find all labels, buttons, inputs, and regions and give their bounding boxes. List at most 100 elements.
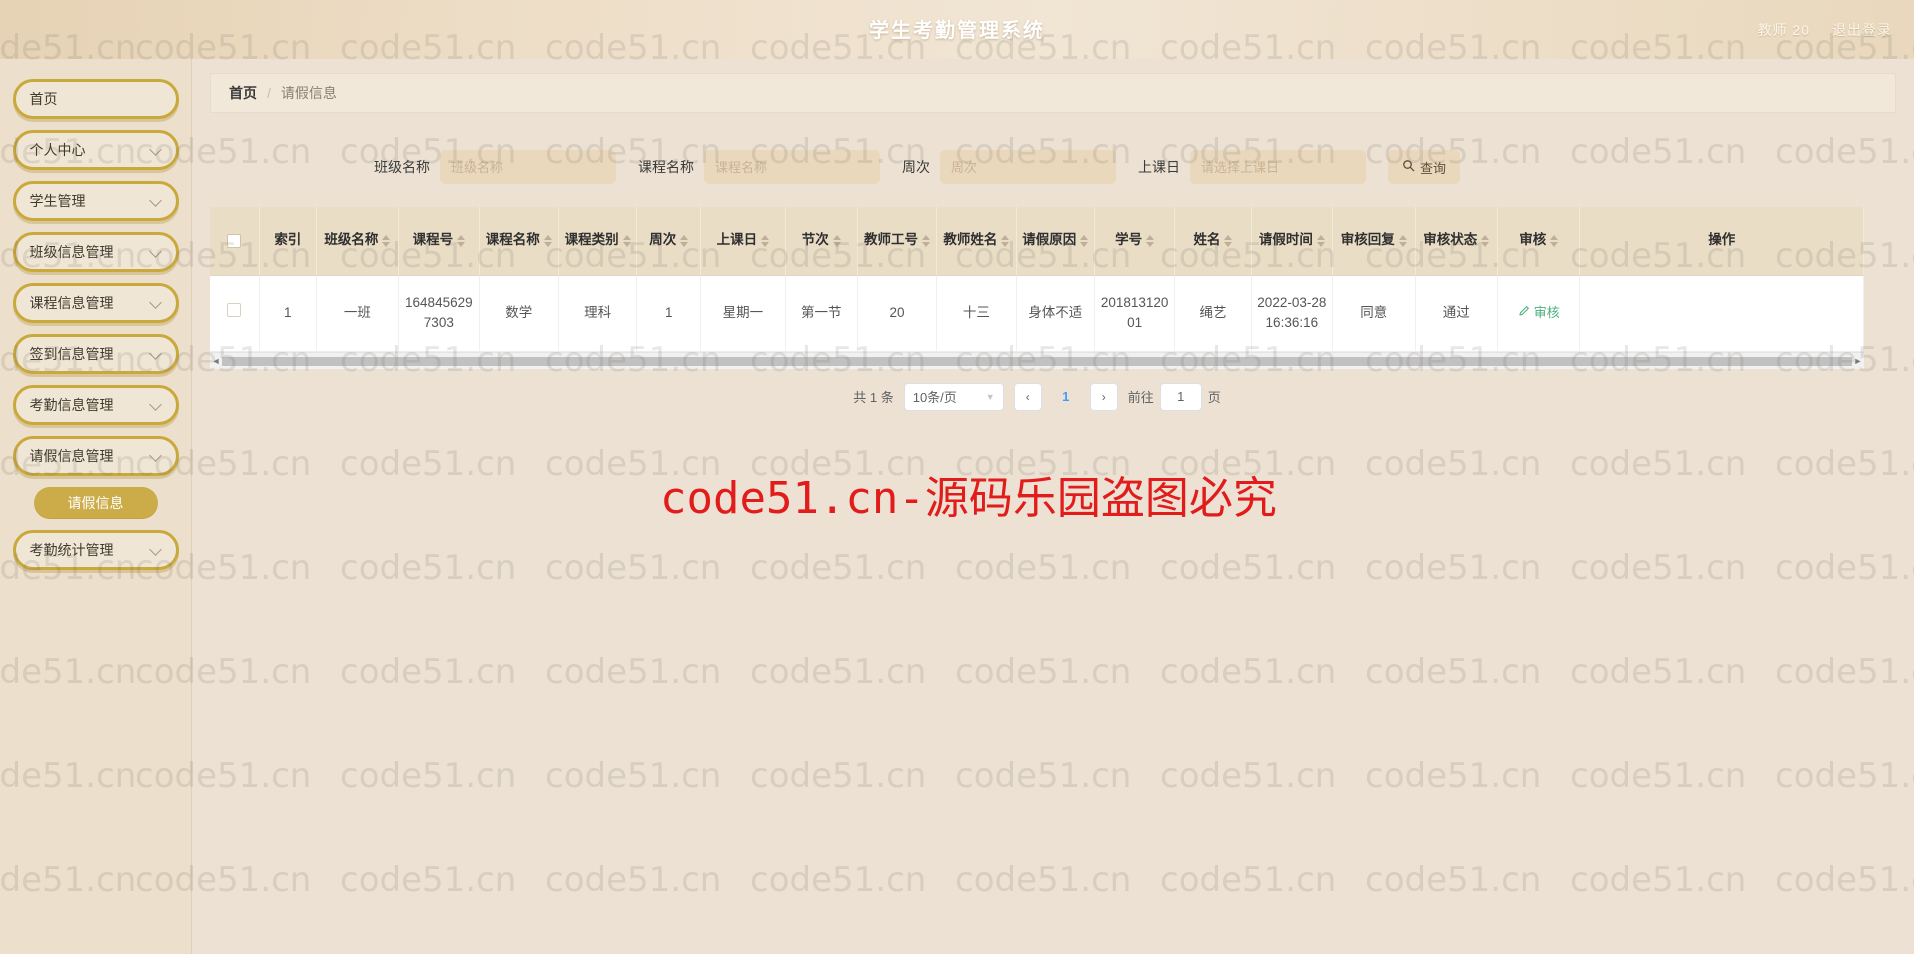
- sidebar-item-course-info[interactable]: 课程信息管理: [12, 283, 179, 323]
- sidebar-item-personal-center[interactable]: 个人中心: [12, 130, 179, 170]
- chevron-down-icon: [150, 246, 162, 258]
- sort-icon[interactable]: [1398, 234, 1407, 247]
- sort-icon[interactable]: [543, 234, 552, 247]
- prev-page-button[interactable]: ‹: [1013, 382, 1042, 411]
- chevron-down-icon: [150, 399, 162, 411]
- cell-student-name: 绳艺: [1174, 275, 1252, 352]
- scroll-right-arrow[interactable]: ►: [1852, 352, 1864, 369]
- col-label: 索引: [274, 232, 302, 248]
- row-checkbox[interactable]: [227, 302, 242, 317]
- chevron-down-icon: [150, 297, 162, 309]
- page-size-label: 10条/页: [912, 390, 957, 405]
- class-day-input[interactable]: [1190, 150, 1366, 184]
- cell-audit: 审核: [1497, 275, 1581, 352]
- col-operation: 操作: [1579, 207, 1864, 276]
- logout-button[interactable]: 退出登录: [1832, 20, 1892, 40]
- week-input[interactable]: [940, 150, 1116, 184]
- sort-icon[interactable]: [832, 234, 841, 247]
- col-index[interactable]: 索引: [259, 207, 317, 276]
- breadcrumb-separator: /: [267, 85, 271, 101]
- sort-icon[interactable]: [622, 234, 631, 247]
- col-class-name[interactable]: 班级名称: [316, 207, 400, 276]
- col-audit-status[interactable]: 审核状态: [1415, 207, 1498, 276]
- sort-icon[interactable]: [1224, 234, 1233, 247]
- breadcrumb: 首页 / 请假信息: [210, 73, 1896, 113]
- col-period[interactable]: 节次: [785, 207, 858, 276]
- col-teacher-no[interactable]: 教师工号: [857, 207, 938, 276]
- cell-audit-reply: 同意: [1332, 275, 1416, 352]
- course-name-input[interactable]: [704, 150, 880, 184]
- audit-button-label: 审核: [1533, 304, 1560, 320]
- col-week[interactable]: 周次: [636, 207, 702, 276]
- sort-icon[interactable]: [1316, 234, 1325, 247]
- sort-icon[interactable]: [1001, 234, 1010, 247]
- search-button-label: 查询: [1420, 160, 1447, 176]
- sidebar-subitem-leave-info[interactable]: 请假信息: [33, 487, 158, 519]
- cell-operation: [1579, 275, 1864, 352]
- sort-icon[interactable]: [382, 234, 391, 247]
- search-icon: [1402, 159, 1415, 175]
- chevron-down-icon: [150, 544, 162, 556]
- sidebar-item-home[interactable]: 首页: [12, 79, 179, 119]
- col-label: 周次: [649, 232, 677, 248]
- sort-icon[interactable]: [1481, 234, 1490, 247]
- page-jump: 前往 页: [1128, 382, 1221, 411]
- search-filter-bar: 班级名称 课程名称 周次 上课日 查询: [210, 139, 1896, 195]
- col-student-no[interactable]: 学号: [1094, 207, 1176, 276]
- table-horizontal-scrollbar[interactable]: ◄ ►: [210, 351, 1864, 369]
- sort-icon[interactable]: [680, 234, 689, 247]
- col-audit-reply[interactable]: 审核回复: [1332, 207, 1416, 276]
- col-audit[interactable]: 审核: [1497, 207, 1581, 276]
- sidebar-item-signin-info[interactable]: 签到信息管理: [12, 334, 179, 374]
- page-size-select[interactable]: 10条/页 ▼: [903, 382, 1004, 411]
- col-class-day[interactable]: 上课日: [700, 207, 786, 276]
- sidebar-item-attendance-stats[interactable]: 考勤统计管理: [12, 530, 179, 570]
- col-label: 课程名称: [485, 232, 540, 248]
- class-name-input[interactable]: [440, 150, 616, 184]
- chevron-down-icon: ▼: [985, 391, 995, 402]
- sidebar-item-label: 考勤统计管理: [29, 542, 114, 558]
- col-label: 请假时间: [1258, 232, 1313, 248]
- chevron-down-icon: [150, 348, 162, 360]
- sort-icon[interactable]: [1080, 234, 1089, 247]
- sidebar-item-student-management[interactable]: 学生管理: [12, 181, 179, 221]
- col-teacher-name[interactable]: 教师姓名: [936, 207, 1017, 276]
- col-course-name[interactable]: 课程名称: [479, 207, 559, 276]
- col-label: 班级名称: [324, 232, 379, 248]
- sort-icon[interactable]: [457, 234, 466, 247]
- scroll-left-arrow[interactable]: ◄: [210, 352, 222, 369]
- sidebar-item-attendance-info[interactable]: 考勤信息管理: [12, 385, 179, 425]
- next-page-button[interactable]: ›: [1089, 382, 1118, 411]
- select-all-checkbox[interactable]: [227, 233, 242, 248]
- app-header: 学生考勤管理系统 教师 20 退出登录: [0, 0, 1914, 59]
- sidebar: 首页 个人中心 学生管理 班级信息管理 课程信息管理 签到信息管理 考勤信息管理…: [0, 59, 192, 954]
- filter-class-day-label: 上课日: [1138, 159, 1180, 175]
- col-course-no[interactable]: 课程号: [398, 207, 480, 276]
- cell-class-day: 星期一: [700, 275, 786, 352]
- col-leave-time[interactable]: 请假时间: [1251, 207, 1334, 276]
- sidebar-item-class-info[interactable]: 班级信息管理: [12, 232, 179, 272]
- col-leave-reason[interactable]: 请假原因: [1016, 207, 1095, 276]
- table-row[interactable]: 1 一班 1648456297303 数学 理科 1 星期一 第一节 20 十三…: [210, 275, 1864, 352]
- sidebar-item-label: 首页: [29, 91, 58, 107]
- sidebar-item-leave-info-management[interactable]: 请假信息管理: [12, 436, 179, 476]
- page-number-1[interactable]: 1: [1052, 383, 1080, 411]
- sort-icon[interactable]: [1550, 234, 1559, 247]
- col-label: 教师工号: [864, 232, 919, 248]
- scrollbar-thumb[interactable]: [222, 356, 1852, 366]
- breadcrumb-home[interactable]: 首页: [229, 83, 257, 103]
- cell-leave-reason: 身体不适: [1016, 275, 1095, 352]
- sidebar-item-label: 班级信息管理: [29, 244, 114, 260]
- col-student-name[interactable]: 姓名: [1174, 207, 1252, 276]
- filter-class-name: 班级名称: [374, 150, 616, 184]
- sort-icon[interactable]: [1146, 234, 1155, 247]
- page-jump-input[interactable]: [1159, 382, 1202, 411]
- filter-class-day: 上课日: [1138, 150, 1366, 184]
- col-label: 教师姓名: [943, 232, 998, 248]
- audit-button[interactable]: 审核: [1518, 303, 1560, 323]
- sort-icon[interactable]: [922, 234, 931, 247]
- leave-records-table: 索引 班级名称 课程号 课程名称 课程类别 周次 上课日 节次 教师工号 教师姓…: [210, 207, 1864, 369]
- search-button[interactable]: 查询: [1388, 150, 1461, 184]
- col-course-type[interactable]: 课程类别: [558, 207, 638, 276]
- sort-icon[interactable]: [761, 234, 770, 247]
